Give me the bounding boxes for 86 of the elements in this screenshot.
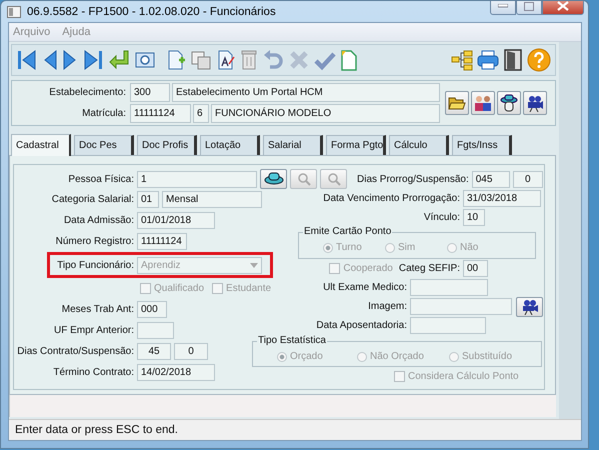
caret-icon <box>250 262 258 268</box>
last-record-icon[interactable] <box>82 48 104 72</box>
tab[interactable]: Cálculo <box>389 135 449 155</box>
camera-button[interactable] <box>516 296 543 316</box>
field-label: UF Empr Anterior: <box>52 325 134 336</box>
tab[interactable]: Lotação <box>200 135 260 155</box>
input-field[interactable]: 300 <box>130 83 170 102</box>
window-icon <box>7 6 21 18</box>
input-field[interactable]: 10 <box>463 209 485 226</box>
open-folder-button[interactable] <box>445 91 469 115</box>
minimize-icon <box>498 4 508 8</box>
input-field[interactable]: Estabelecimento Um Portal HCM <box>172 83 440 102</box>
input-field[interactable] <box>410 279 488 296</box>
next-record-icon[interactable] <box>62 48 78 72</box>
input-field[interactable]: 11111124 <box>137 233 187 250</box>
tree-icon[interactable] <box>451 48 473 72</box>
field-label: Dias Prorrog/Suspensão: <box>357 174 469 184</box>
input-field[interactable]: 1 <box>137 170 257 188</box>
search-icon <box>296 172 310 186</box>
close-button[interactable] <box>542 1 584 15</box>
input-field[interactable]: 01 <box>137 191 159 208</box>
group-title: Tipo Estatística <box>257 335 327 347</box>
input-field[interactable]: 14/02/2018 <box>137 364 215 381</box>
field-label: Dias Contrato/Suspensão: <box>16 346 134 357</box>
window-title: 06.9.5582 - FP1500 - 1.02.08.020 - Funcionários <box>27 6 276 18</box>
hat-icon <box>264 172 284 186</box>
tab[interactable]: Doc Profis <box>137 135 197 155</box>
close-icon <box>557 1 569 11</box>
tab[interactable]: Fgts/Inss <box>452 135 512 155</box>
people-button[interactable] <box>471 91 495 115</box>
status-text: Enter data or press ESC to end. <box>15 424 178 436</box>
input-field[interactable]: FUNCIONÁRIO MODELO <box>211 104 440 123</box>
input-field[interactable]: 31/03/2018 <box>463 190 541 207</box>
maximize-button[interactable] <box>516 1 542 15</box>
tab[interactable]: Cadastral <box>11 134 71 156</box>
input-field[interactable]: 6 <box>193 104 209 123</box>
input-field[interactable]: 01/01/2018 <box>137 212 215 229</box>
camera-button[interactable] <box>523 91 547 115</box>
field-label: Pessoa Física: <box>67 174 134 184</box>
person-hat-icon <box>500 94 518 112</box>
camera-icon <box>526 94 544 112</box>
minimize-button[interactable] <box>490 1 516 15</box>
input-field[interactable] <box>410 317 486 334</box>
input-field[interactable]: 0 <box>512 170 543 188</box>
input-field[interactable]: 045 <box>472 170 510 188</box>
folder-icon <box>448 95 466 111</box>
field-label: Matrícula: <box>81 108 126 119</box>
person-hat-button[interactable] <box>260 169 287 189</box>
input-field[interactable]: 00 <box>463 260 488 277</box>
field-label: Data Vencimento Prorrogação: <box>322 193 460 204</box>
field-label: Data Admissão: <box>62 215 134 226</box>
field-label: Meses Trab Ant: <box>60 304 134 315</box>
field-label: Data Aposentadoria: <box>315 320 407 331</box>
people-icon <box>474 94 492 112</box>
input-field[interactable]: 45 <box>137 343 171 360</box>
undo-icon[interactable] <box>262 48 284 72</box>
previous-record-icon[interactable] <box>42 48 58 72</box>
field-label: Término Contrato: <box>52 367 134 378</box>
input-field[interactable] <box>410 298 512 315</box>
new-document-icon[interactable] <box>166 48 186 72</box>
input-field[interactable]: 0 <box>174 343 208 360</box>
tab[interactable]: Salarial <box>263 135 323 155</box>
field-label: Número Registro: <box>54 236 134 247</box>
tab[interactable]: Forma Pgto <box>326 135 386 155</box>
field-label: Vínculo: <box>422 212 460 223</box>
input-field[interactable] <box>137 322 174 339</box>
input-field[interactable]: 000 <box>137 301 167 318</box>
search-button[interactable] <box>320 169 347 189</box>
tab[interactable]: Doc Pes <box>74 135 134 155</box>
maximize-icon <box>524 2 534 10</box>
printer-icon[interactable] <box>477 48 499 72</box>
edit-document-icon[interactable] <box>216 48 236 72</box>
person-hat-button[interactable] <box>497 91 521 115</box>
search-icon <box>326 172 340 186</box>
enter-arrow-icon[interactable] <box>108 48 130 72</box>
input-field[interactable]: Mensal <box>162 191 262 208</box>
field-label: Estabelecimento: <box>48 87 126 98</box>
first-record-icon[interactable] <box>16 48 38 72</box>
field-label: Tipo Funcionário: <box>56 260 134 270</box>
exit-door-icon[interactable] <box>503 48 523 72</box>
input-field[interactable]: 11111124 <box>130 104 191 123</box>
field-label: Categ SEFIP: <box>398 263 460 274</box>
field-label: Categoria Salarial: <box>50 194 134 205</box>
blank-document-icon[interactable] <box>340 48 358 72</box>
camera-icon <box>520 298 538 314</box>
field-label: Imagem: <box>367 301 407 312</box>
